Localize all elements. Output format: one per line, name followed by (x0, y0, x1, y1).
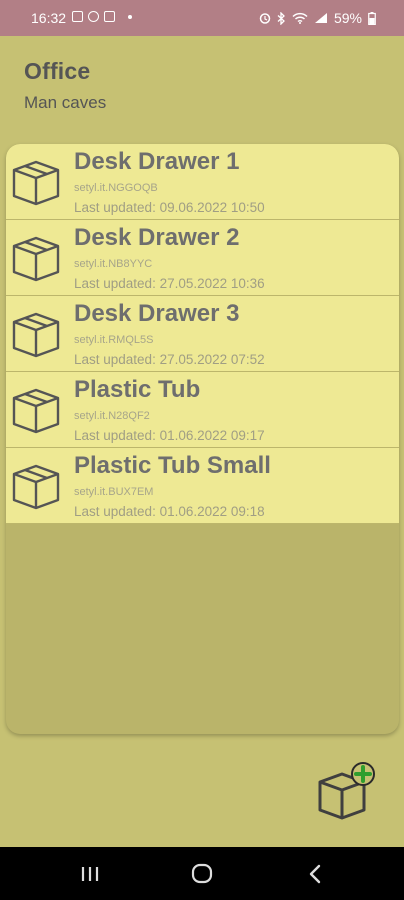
list-item[interactable]: Plastic Tub setyl.it.N28QF2 Last updated… (6, 372, 399, 448)
recent-apps-icon[interactable] (60, 847, 120, 900)
gallery-notification-icon (72, 11, 83, 22)
box-icon (12, 312, 60, 358)
list-item[interactable]: Desk Drawer 3 setyl.it.RMQL5S Last updat… (6, 296, 399, 372)
whatsapp-notification-icon (88, 11, 99, 22)
item-code: setyl.it.NGGOQB (74, 182, 158, 194)
app-notification-icon (104, 11, 115, 22)
item-name: Plastic Tub Small (74, 452, 271, 479)
box-icon (12, 160, 60, 206)
item-name: Desk Drawer 2 (74, 224, 240, 251)
item-code: setyl.it.RMQL5S (74, 334, 154, 346)
list-item[interactable]: Desk Drawer 1 setyl.it.NGGOQB Last updat… (6, 144, 399, 220)
alarm-icon (259, 13, 271, 24)
box-list-card: Desk Drawer 1 setyl.it.NGGOQB Last updat… (6, 144, 399, 734)
add-box-button[interactable] (316, 760, 380, 824)
page-subtitle: Man caves (24, 93, 107, 112)
item-name: Desk Drawer 3 (74, 300, 240, 327)
location-header: Office Man caves (24, 58, 106, 113)
box-icon (12, 388, 60, 434)
item-code: setyl.it.NB8YYC (74, 258, 153, 270)
item-updated: Last updated: 01.06.2022 09:17 (74, 428, 265, 443)
item-updated: Last updated: 09.06.2022 10:50 (74, 200, 265, 215)
box-icon (12, 464, 60, 510)
item-updated: Last updated: 27.05.2022 10:36 (74, 276, 265, 291)
list-item[interactable]: Desk Drawer 2 setyl.it.NB8YYC Last updat… (6, 220, 399, 296)
status-time: 16:32 (31, 10, 67, 26)
signal-icon (314, 13, 327, 23)
battery-percent: 59% (333, 10, 362, 26)
item-name: Desk Drawer 1 (74, 148, 240, 175)
item-code: setyl.it.N28QF2 (74, 410, 150, 422)
item-updated: Last updated: 27.05.2022 07:52 (74, 352, 265, 367)
system-nav-bar (0, 847, 404, 900)
home-icon[interactable] (172, 847, 232, 900)
item-code: setyl.it.BUX7EM (74, 486, 154, 498)
list-item[interactable]: Plastic Tub Small setyl.it.BUX7EM Last u… (6, 448, 399, 524)
notification-icons (72, 11, 132, 22)
item-name: Plastic Tub (74, 376, 201, 403)
wifi-icon (292, 12, 308, 24)
back-icon[interactable] (285, 847, 345, 900)
box-list: Desk Drawer 1 setyl.it.NGGOQB Last updat… (6, 144, 399, 524)
page-title: Office (24, 58, 91, 84)
status-right: 59% (259, 10, 376, 26)
more-notifications-icon (128, 14, 132, 19)
battery-icon (368, 11, 376, 25)
item-updated: Last updated: 01.06.2022 09:18 (74, 504, 265, 519)
box-icon (12, 236, 60, 282)
bluetooth-icon (277, 11, 285, 25)
status-bar: 16:32 59% (0, 0, 404, 36)
